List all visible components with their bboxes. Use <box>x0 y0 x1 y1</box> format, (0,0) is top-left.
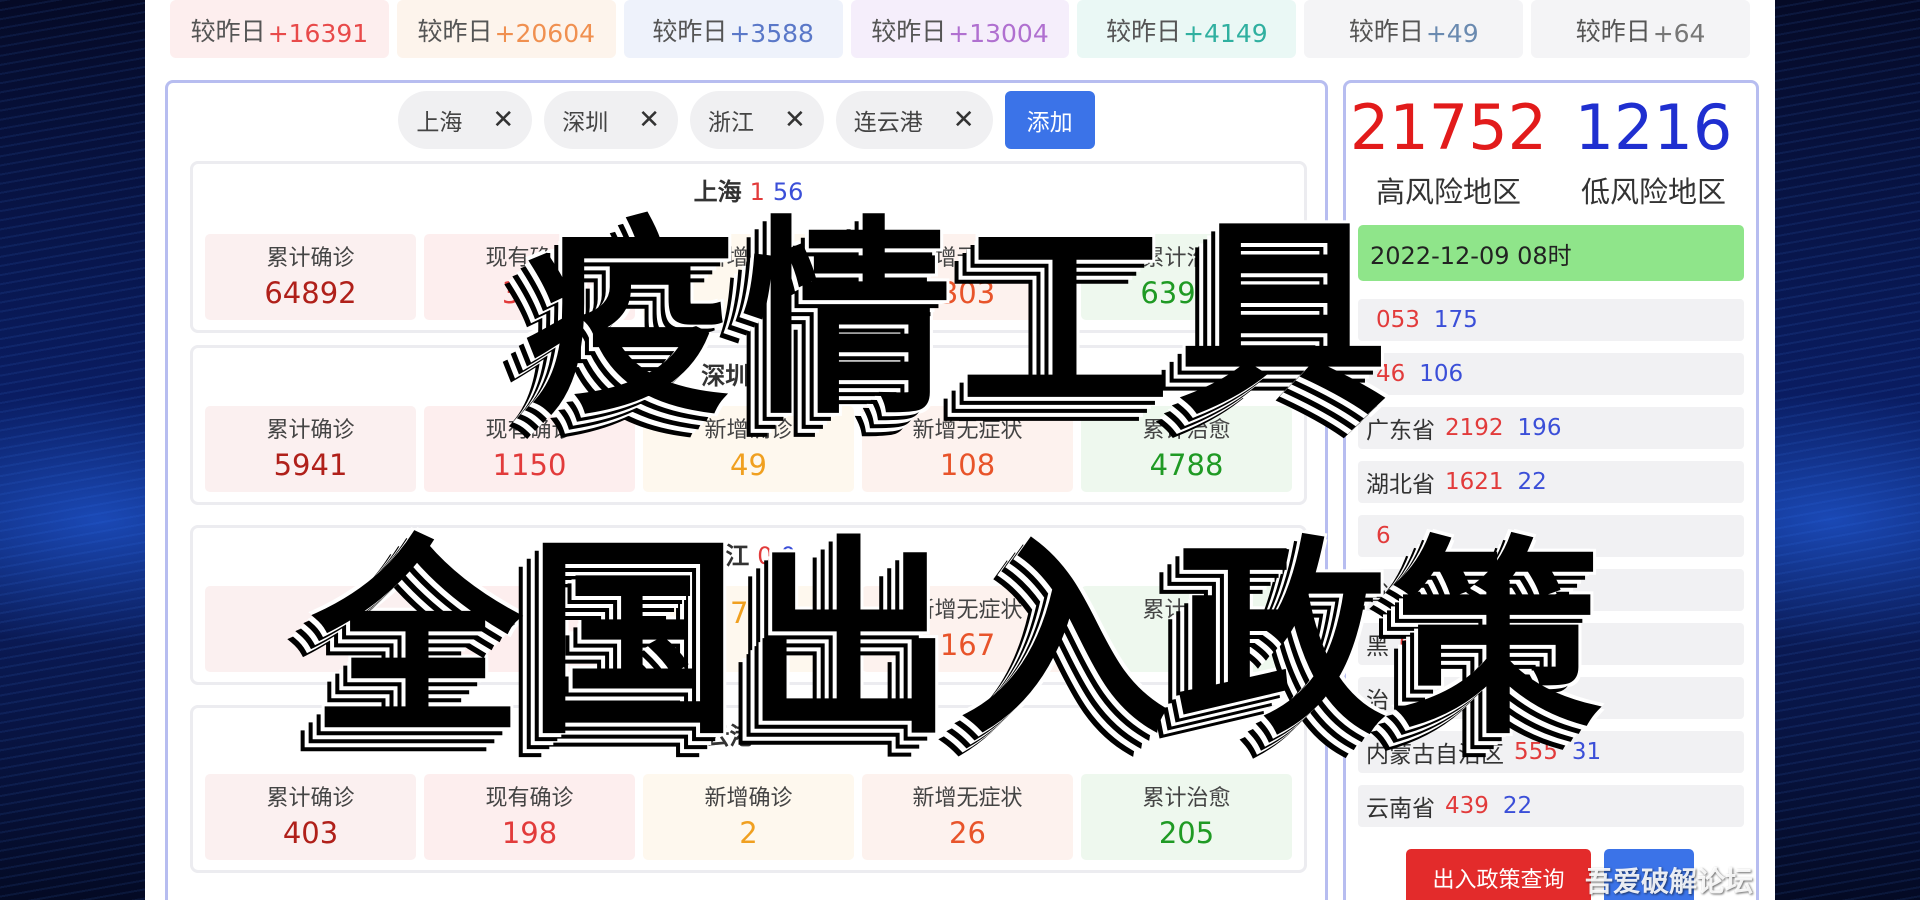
city-tag[interactable]: 连云港 ✕ <box>835 91 993 149</box>
province-row[interactable]: 云南省 439 22 <box>1358 785 1744 827</box>
city-stat-value: 26 <box>949 816 986 850</box>
stat-card: 较昨日 +3588 <box>623 0 843 58</box>
overlay-title-line2: 全国出入政策 <box>311 518 1608 763</box>
city-tag[interactable]: 深圳 ✕ <box>544 91 678 149</box>
city-stat-cell: 累计治愈 205 <box>1081 774 1292 860</box>
city-stat-cell: 新增无症状 26 <box>862 774 1073 860</box>
watermark: 吾爱破解论坛 <box>1585 865 1754 898</box>
stat-prefix: 较昨日 <box>1575 17 1651 46</box>
city-stat-value: 403 <box>282 816 339 850</box>
stat-delta: +16391 <box>267 19 369 48</box>
province-high-risk: 439 <box>1445 793 1489 819</box>
city-tag-label: 连云港 <box>853 110 923 136</box>
overlay-title-line1: 疫情工具 <box>523 198 1396 443</box>
stat-prefix: 较昨日 <box>1348 17 1424 46</box>
city-stat-label: 累计治愈 <box>1142 786 1231 811</box>
city-tag[interactable]: 上海 ✕ <box>398 91 533 149</box>
stat-card: 较昨日 +49 <box>1304 0 1524 58</box>
stat-delta: +4149 <box>1183 19 1268 48</box>
city-stat-label: 现有确诊 <box>485 786 574 811</box>
city-stat-label: 新增无症状 <box>912 786 1023 811</box>
stat-card: 较昨日 +4149 <box>1077 0 1297 58</box>
stat-card: 较昨日 +16391 <box>170 0 389 58</box>
stat-card: 较昨日 +13004 <box>850 0 1070 58</box>
city-stats-row: 累计确诊 403 现有确诊 198 新增确诊 2 新增无症状 26 累计治愈 205 <box>205 774 1292 860</box>
city-tag-label: 浙江 <box>708 110 754 136</box>
stat-delta: +20604 <box>494 19 596 48</box>
stat-prefix: 较昨日 <box>652 17 728 46</box>
city-stat-cell: 累计确诊 403 <box>205 774 416 860</box>
stat-card: 较昨日 +20604 <box>396 0 616 58</box>
city-tag-label: 深圳 <box>562 110 609 136</box>
province-low-risk: 22 <box>1502 793 1533 819</box>
close-icon[interactable]: ✕ <box>638 105 660 135</box>
stat-delta: +49 <box>1425 19 1479 48</box>
stat-delta: +13004 <box>948 19 1049 48</box>
stat-delta: +3588 <box>729 19 814 48</box>
stat-prefix: 较昨日 <box>190 17 266 46</box>
stats-strip: 较昨日 +16391 较昨日 +20604 较昨日 +3588 较昨日 +13004 较昨日 +4… <box>170 0 1751 60</box>
city-stat-value: 2 <box>739 816 758 850</box>
city-stat-cell: 现有确诊 198 <box>424 774 635 860</box>
close-icon[interactable]: ✕ <box>784 105 806 135</box>
close-icon[interactable]: ✕ <box>492 105 514 135</box>
city-tags: 上海 ✕ 深圳 ✕ 浙江 ✕ 连云港 ✕ 添加 <box>168 91 1325 149</box>
stat-prefix: 较昨日 <box>417 17 493 46</box>
stat-delta: +64 <box>1652 19 1706 48</box>
city-stat-cell: 新增确诊 2 <box>643 774 854 860</box>
city-stat-value: 198 <box>501 816 558 850</box>
stat-prefix: 较昨日 <box>871 17 947 46</box>
city-stat-label: 新增确诊 <box>704 786 793 811</box>
city-stat-label: 累计确诊 <box>266 786 355 811</box>
city-tag[interactable]: 浙江 ✕ <box>690 91 824 149</box>
city-tag-label: 上海 <box>416 110 463 136</box>
stat-prefix: 较昨日 <box>1106 17 1182 46</box>
city-stat-value: 205 <box>1158 816 1215 850</box>
policy-query-button[interactable]: 出入政策查询 <box>1406 849 1591 900</box>
stat-card: 较昨日 +64 <box>1531 0 1751 58</box>
province-name: 云南省 <box>1366 796 1435 822</box>
add-button[interactable]: 添加 <box>1004 91 1095 149</box>
close-icon[interactable]: ✕ <box>953 105 975 135</box>
